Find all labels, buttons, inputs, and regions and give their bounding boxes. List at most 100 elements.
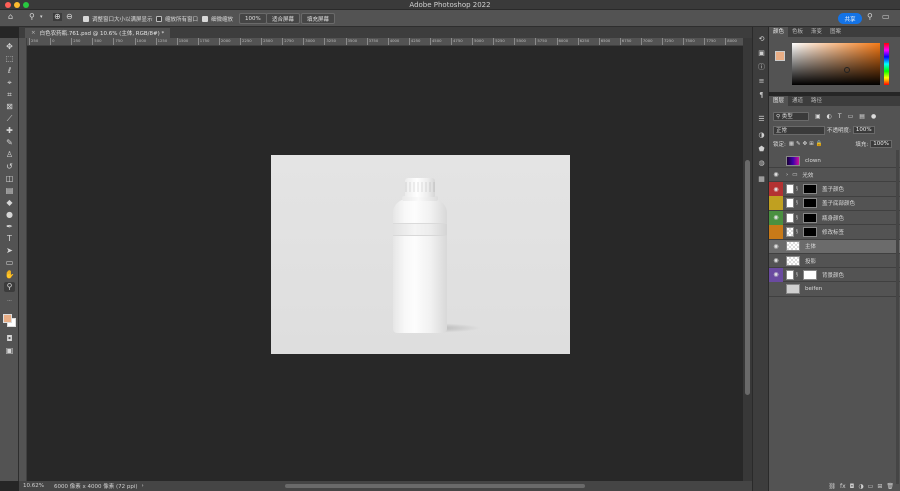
layer-name[interactable]: clown bbox=[805, 158, 821, 164]
mask-link-icon[interactable]: § bbox=[794, 272, 800, 278]
layer-thumbnail[interactable] bbox=[786, 269, 794, 280]
visibility-eye-icon[interactable]: ◉ bbox=[769, 182, 783, 197]
info-panel-icon[interactable]: ⓘ bbox=[757, 63, 766, 72]
lock-icons[interactable]: ▦✎✥⊞🔒 bbox=[789, 141, 825, 147]
move-tool-icon[interactable]: ✥ bbox=[4, 42, 15, 52]
layer-thumbnail[interactable] bbox=[786, 255, 800, 266]
fill-input[interactable]: 100% bbox=[870, 140, 892, 148]
layer-row[interactable]: ◉ § 背景颜色 bbox=[769, 267, 900, 283]
color-picker-field[interactable] bbox=[792, 43, 880, 85]
marquee-tool-icon[interactable]: ⬚ bbox=[4, 54, 15, 64]
workspace-icon[interactable]: ▭ bbox=[882, 13, 890, 21]
layer-row[interactable]: ◉ 投影 bbox=[769, 254, 900, 269]
layer-row[interactable]: ◉ § 瓶身颜色 bbox=[769, 210, 900, 226]
filter-shape-icon[interactable]: ▭ bbox=[848, 113, 854, 120]
learn-panel-icon[interactable]: ◍ bbox=[757, 159, 766, 168]
layer-thumbnail[interactable] bbox=[786, 212, 794, 223]
zoom-tool-icon[interactable]: ⚲ bbox=[4, 282, 15, 292]
more-tools-icon[interactable]: ··· bbox=[4, 296, 15, 306]
brush-settings-icon[interactable]: ≡ bbox=[757, 77, 766, 86]
visibility-eye-icon[interactable]: ◉ bbox=[769, 267, 783, 282]
new-group-icon[interactable]: ▭ bbox=[868, 483, 874, 490]
filter-smart-icon[interactable]: ▤ bbox=[859, 113, 865, 120]
layer-name[interactable]: 盖子颜色 bbox=[822, 185, 844, 193]
visibility-eye-icon[interactable] bbox=[769, 154, 783, 168]
pen-tool-icon[interactable]: ✒ bbox=[4, 222, 15, 232]
filter-pixel-icon[interactable]: ▣ bbox=[815, 113, 821, 120]
blend-mode-select[interactable]: 正常 bbox=[773, 126, 825, 135]
hue-slider[interactable] bbox=[884, 43, 889, 85]
chevron-down-icon[interactable]: ▾ bbox=[40, 15, 43, 20]
eyedropper-tool-icon[interactable]: ⟋ bbox=[4, 114, 15, 124]
tab-gradients[interactable]: 渐变 bbox=[807, 27, 826, 37]
visibility-eye-icon[interactable] bbox=[769, 196, 783, 211]
type-tool-icon[interactable]: T bbox=[4, 234, 15, 244]
layer-name[interactable]: 背景颜色 bbox=[822, 271, 844, 279]
zoom-level[interactable]: 10.62% bbox=[23, 483, 44, 489]
resize-windows-option[interactable]: 调整窗口大小以满屏显示 bbox=[83, 14, 153, 23]
zoom-in-icon[interactable]: ⊕ bbox=[53, 13, 62, 21]
layers-scrollbar[interactable] bbox=[896, 150, 899, 484]
add-mask-icon[interactable]: ◘ bbox=[850, 483, 855, 490]
blur-tool-icon[interactable]: ◆ bbox=[4, 198, 15, 208]
dodge-tool-icon[interactable]: ● bbox=[4, 210, 15, 220]
layer-row[interactable]: clown bbox=[769, 154, 900, 168]
layer-name[interactable]: beifen bbox=[805, 286, 822, 292]
mask-link-icon[interactable]: § bbox=[794, 186, 800, 192]
shapes-panel-icon[interactable]: ⬟ bbox=[757, 145, 766, 154]
layer-thumbnail[interactable] bbox=[786, 184, 794, 195]
tab-patterns[interactable]: 图案 bbox=[826, 27, 845, 37]
layer-name[interactable]: 瓶身颜色 bbox=[822, 214, 844, 222]
visibility-eye-icon[interactable]: ◉ bbox=[769, 168, 783, 182]
search-icon[interactable]: ⚲ bbox=[867, 13, 873, 21]
layer-mask-thumbnail[interactable] bbox=[803, 212, 817, 223]
layer-row[interactable]: beifen bbox=[769, 283, 900, 297]
layer-row[interactable]: ◉ 主体 bbox=[769, 239, 900, 254]
layer-name[interactable]: 投影 bbox=[805, 257, 816, 265]
screen-mode-icon[interactable]: ▣ bbox=[4, 346, 15, 356]
fit-screen-button[interactable]: 适合屏幕 bbox=[266, 13, 301, 24]
layer-row[interactable]: ◉ § 盖子颜色 bbox=[769, 182, 900, 197]
hand-tool-icon[interactable]: ✋ bbox=[4, 270, 15, 280]
close-tab-icon[interactable]: × bbox=[31, 30, 36, 36]
resize-windows-checkbox[interactable] bbox=[83, 15, 89, 22]
tab-swatches[interactable]: 色板 bbox=[788, 27, 807, 37]
tab-channels[interactable]: 通道 bbox=[788, 96, 807, 106]
scrubby-zoom-checkbox[interactable] bbox=[202, 15, 208, 22]
tab-color[interactable]: 颜色 bbox=[769, 27, 789, 37]
styles-panel-icon[interactable]: ▦ bbox=[757, 175, 766, 184]
tab-layers[interactable]: 图层 bbox=[769, 96, 789, 106]
brush-tool-icon[interactable]: ✎ bbox=[4, 138, 15, 148]
zoom-out-icon[interactable]: ⊖ bbox=[66, 13, 73, 21]
opacity-input[interactable]: 100% bbox=[852, 126, 875, 134]
new-layer-icon[interactable]: ⊞ bbox=[877, 483, 882, 490]
layer-thumbnail[interactable] bbox=[786, 155, 800, 166]
quick-mask-icon[interactable]: ◘ bbox=[4, 334, 15, 344]
gradient-tool-icon[interactable]: ▤ bbox=[4, 186, 15, 196]
zoom-all-checkbox[interactable] bbox=[156, 15, 162, 22]
layer-name[interactable]: 光效 bbox=[802, 171, 813, 179]
filter-adjust-icon[interactable]: ◐ bbox=[827, 113, 832, 120]
object-select-tool-icon[interactable]: ⌖ bbox=[4, 78, 15, 88]
layer-row[interactable]: ◉ › ▭ 光效 bbox=[769, 168, 900, 183]
layer-thumbnail[interactable] bbox=[786, 241, 800, 252]
share-button[interactable]: 共享 bbox=[838, 13, 862, 24]
layer-name[interactable]: 主体 bbox=[805, 242, 816, 250]
fill-screen-button[interactable]: 填充屏幕 bbox=[301, 13, 336, 24]
visibility-eye-icon[interactable]: ◉ bbox=[769, 210, 783, 225]
crop-tool-icon[interactable]: ⌗ bbox=[4, 90, 15, 100]
zoom-100-button[interactable]: 100% bbox=[239, 13, 267, 24]
link-layers-icon[interactable]: ⛓ bbox=[828, 483, 836, 490]
healing-brush-icon[interactable]: ✚ bbox=[4, 126, 15, 136]
mask-link-icon[interactable]: § bbox=[794, 215, 800, 221]
layer-mask-thumbnail[interactable] bbox=[803, 227, 817, 237]
path-select-tool-icon[interactable]: ➤ bbox=[4, 246, 15, 256]
zoom-tool-preset-icon[interactable]: ⚲ bbox=[29, 13, 35, 21]
layer-row[interactable]: § 修改标签 bbox=[769, 225, 900, 240]
color-picker-cursor[interactable] bbox=[844, 67, 850, 73]
layer-row[interactable]: § 盖子底部颜色 bbox=[769, 196, 900, 211]
layer-mask-thumbnail[interactable] bbox=[803, 198, 817, 209]
visibility-eye-icon[interactable]: ◉ bbox=[769, 239, 783, 253]
paragraph-panel-icon[interactable]: ¶ bbox=[757, 91, 766, 100]
chevron-right-icon[interactable]: › bbox=[142, 483, 144, 489]
